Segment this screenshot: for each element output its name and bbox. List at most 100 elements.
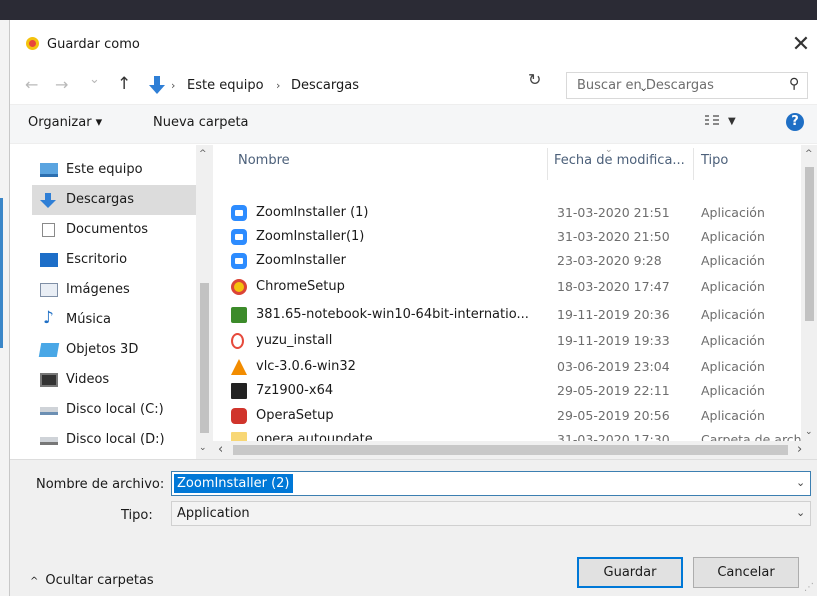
organize-menu-button[interactable]: Organizar ▾ (28, 115, 102, 130)
file-name: ZoomInstaller(1) (256, 229, 365, 244)
file-name: ZoomInstaller (256, 253, 346, 268)
scroll-up-icon[interactable]: ^ (805, 149, 813, 159)
sidebar-item-musica[interactable]: ♪ Música (32, 305, 204, 335)
search-placeholder: Buscar en Descargas (577, 78, 714, 93)
file-name: yuzu_install (256, 333, 333, 348)
file-row[interactable]: vlc-3.0.6-win32 03-06-2019 23:04 Aplicac… (231, 356, 801, 379)
sidebar-item-disco-c[interactable]: Disco local (C:) (32, 395, 204, 425)
scroll-down-icon[interactable]: ⌄ (199, 443, 207, 453)
column-divider[interactable] (547, 148, 548, 180)
sidebar-item-label: Objetos 3D (66, 342, 139, 357)
up-folder-icon[interactable]: ↑ (117, 74, 131, 94)
address-bar[interactable]: › Este equipo › Descargas ⌄ (144, 72, 648, 99)
sidebar-item-label: Descargas (66, 192, 135, 207)
sidebar-item-videos[interactable]: Videos (32, 365, 204, 395)
sidebar-item-documentos[interactable]: Documentos (32, 215, 204, 245)
back-icon[interactable]: ← (25, 75, 38, 94)
sidebar-item-escritorio[interactable]: Escritorio (32, 245, 204, 275)
sidebar-scrollbar[interactable]: ^ ⌄ (196, 145, 213, 459)
file-date: 03-06-2019 23:04 (557, 359, 670, 374)
file-name: OperaSetup (256, 408, 334, 423)
view-options-icon[interactable] (705, 115, 719, 129)
breadcrumb-descargas[interactable]: Descargas (291, 78, 359, 93)
7zip-icon (231, 383, 247, 399)
chrome-icon (26, 37, 39, 50)
sidebar-item-label: Música (66, 312, 111, 327)
scroll-up-icon[interactable]: ^ (199, 149, 207, 159)
column-divider[interactable] (693, 148, 694, 180)
column-header-date[interactable]: Fecha de modifica... (554, 153, 685, 168)
filename-label: Nombre de archivo: (36, 477, 165, 492)
filename-dropdown-icon[interactable]: ⌄ (796, 476, 805, 489)
file-name: 7z1900-x64 (256, 383, 334, 398)
title-bar: Guardar como ✕ (10, 20, 817, 68)
close-button[interactable]: ✕ (786, 30, 816, 60)
recent-locations-icon[interactable]: ⌄ (89, 72, 100, 87)
file-list-vertical-scrollbar[interactable]: ^ ⌄ (801, 145, 817, 441)
cancel-button[interactable]: Cancelar (693, 557, 799, 588)
file-row[interactable]: ZoomInstaller(1) 31-03-2020 21:50 Aplica… (231, 226, 801, 249)
sidebar-item-objetos-3d[interactable]: Objetos 3D (32, 335, 204, 365)
forward-icon[interactable]: → (55, 75, 68, 94)
file-type-select[interactable]: Application ⌄ (171, 501, 811, 526)
vlc-cone-icon (231, 359, 247, 375)
file-row[interactable]: 381.65-notebook-win10-64bit-internatio..… (231, 304, 801, 327)
scroll-left-icon[interactable]: ‹ (218, 442, 223, 457)
sidebar-item-descargas[interactable]: Descargas (32, 185, 204, 215)
nvidia-icon (231, 307, 247, 323)
sidebar-item-label: Escritorio (66, 252, 128, 267)
search-input[interactable]: Buscar en Descargas ⚲ (566, 72, 808, 99)
help-icon[interactable]: ? (786, 113, 804, 131)
sidebar-item-imagenes[interactable]: Imágenes (32, 275, 204, 305)
breadcrumb-este-equipo[interactable]: Este equipo (187, 78, 264, 93)
file-row[interactable]: OperaSetup 29-05-2019 20:56 Aplicación (231, 405, 801, 428)
breadcrumb-separator-icon[interactable]: › (171, 79, 175, 92)
scrollbar-thumb[interactable] (233, 445, 788, 455)
save-button[interactable]: Guardar (577, 557, 683, 588)
file-date: 18-03-2020 17:47 (557, 279, 670, 294)
chrome-installer-icon (231, 279, 247, 295)
view-dropdown-icon[interactable]: ▼ (728, 116, 736, 127)
file-row[interactable]: ChromeSetup 18-03-2020 17:47 Aplicación (231, 276, 801, 299)
hide-folders-button[interactable]: ^ Ocultar carpetas (30, 573, 154, 588)
column-header-type[interactable]: Tipo (701, 153, 728, 168)
sidebar-item-este-equipo[interactable]: Este equipo (32, 155, 204, 185)
file-row[interactable]: 7z1900-x64 29-05-2019 22:11 Aplicación (231, 380, 801, 403)
file-type-dropdown-icon[interactable]: ⌄ (796, 506, 805, 519)
file-row[interactable]: ZoomInstaller 23-03-2020 9:28 Aplicación (231, 250, 801, 273)
file-date: 29-05-2019 20:56 (557, 408, 670, 423)
filename-input[interactable]: ZoomInstaller (2) ⌄ (171, 471, 811, 496)
download-icon (40, 193, 58, 208)
scrollbar-thumb[interactable] (200, 283, 209, 433)
new-folder-button[interactable]: Nueva carpeta (153, 115, 249, 130)
file-list-horizontal-scrollbar[interactable]: ‹ › (213, 441, 817, 459)
file-type: Aplicación (701, 253, 765, 268)
resize-grip-icon[interactable]: ⋰ (804, 582, 814, 593)
save-as-dialog: Guardar como ✕ ← → ⌄ ↑ › Este equipo › D… (9, 20, 817, 596)
search-icon[interactable]: ⚲ (789, 76, 799, 92)
videos-icon (40, 373, 58, 387)
column-header-name[interactable]: Nombre (238, 153, 290, 168)
file-type: Aplicación (701, 383, 765, 398)
sidebar-item-disco-d[interactable]: Disco local (D:) (32, 425, 204, 455)
sidebar-item-label: Videos (66, 372, 110, 387)
refresh-icon[interactable]: ↻ (528, 70, 541, 89)
background-window-accent (0, 198, 3, 348)
file-type-value: Application (177, 506, 250, 521)
breadcrumb-separator-icon[interactable]: › (276, 79, 280, 92)
document-icon (42, 223, 55, 237)
background-window-strip (0, 0, 817, 20)
scrollbar-thumb[interactable] (805, 167, 814, 321)
file-row[interactable]: yuzu_install 19-11-2019 19:33 Aplicación (231, 330, 801, 353)
file-row[interactable]: ZoomInstaller (1) 31-03-2020 21:51 Aplic… (231, 202, 801, 225)
scroll-right-icon[interactable]: › (797, 442, 802, 457)
command-toolbar: Organizar ▾ Nueva carpeta ▼ ? (10, 104, 817, 144)
file-date: 19-11-2019 20:36 (557, 307, 670, 322)
pictures-icon (40, 283, 58, 297)
sidebar-item-label: Disco local (D:) (66, 432, 165, 447)
scroll-down-icon[interactable]: ⌄ (805, 427, 813, 437)
file-list: ⌄ Nombre Fecha de modifica... Tipo ZoomI… (213, 145, 817, 459)
background-window-edge (0, 20, 9, 596)
navigation-bar: ← → ⌄ ↑ › Este equipo › Descargas ⌄ ↻ Bu… (10, 68, 817, 104)
filename-value[interactable]: ZoomInstaller (2) (174, 474, 293, 493)
